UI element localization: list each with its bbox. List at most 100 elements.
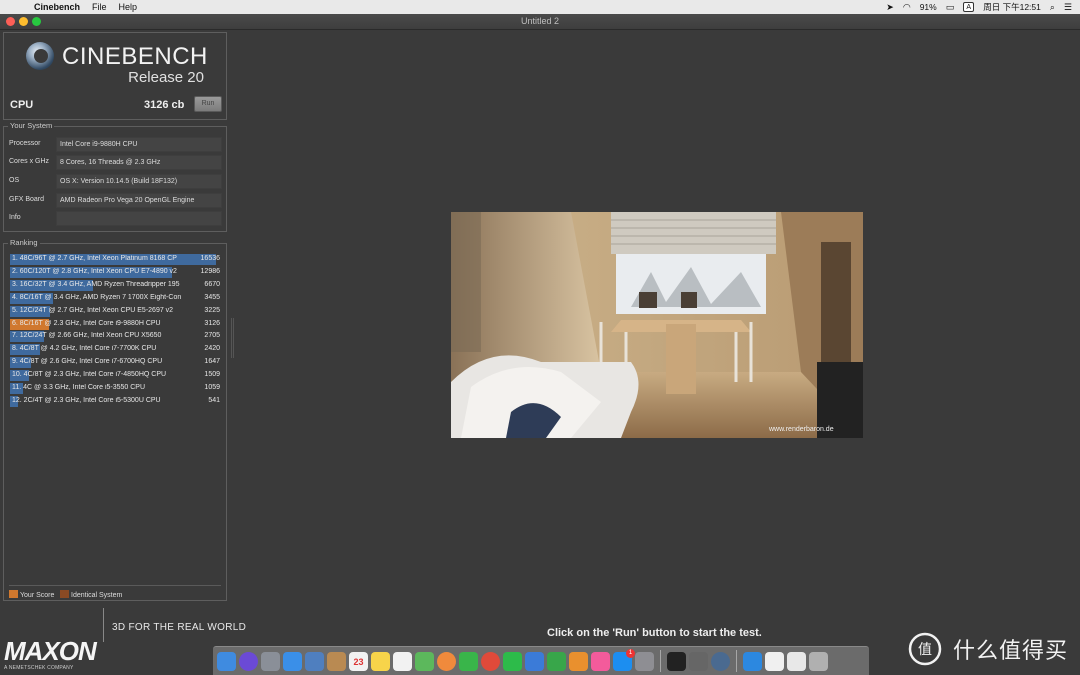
contacts-icon[interactable] xyxy=(327,651,346,671)
ranking-row[interactable]: 4. 8C/16T @ 3.4 GHz, AMD Ryzen 7 1700X E… xyxy=(10,292,220,304)
trash-icon[interactable] xyxy=(809,651,828,671)
safari-icon[interactable] xyxy=(283,651,302,671)
legend-divider xyxy=(9,585,221,586)
ranking-label: 11. 4C @ 3.3 GHz, Intel Core i5-3550 CPU xyxy=(12,384,146,391)
image-icon[interactable] xyxy=(787,651,806,671)
product-name: CINEBENCH xyxy=(62,43,208,70)
system-row-processor: Processor Intel Core i9-9880H CPU xyxy=(9,137,222,152)
cinebench-dock-icon[interactable] xyxy=(711,651,730,671)
numbers-icon[interactable] xyxy=(547,651,566,671)
ranking-row[interactable]: 11. 4C @ 3.3 GHz, Intel Core i5-3550 CPU… xyxy=(10,383,220,394)
site-watermark: 值 什么值得买 xyxy=(905,630,1080,668)
ranking-score: 6670 xyxy=(204,280,220,288)
messages-icon[interactable] xyxy=(459,651,478,671)
ranking-score: 2420 xyxy=(204,345,220,353)
spotlight-icon[interactable]: ⌕ xyxy=(1050,2,1055,13)
airdrop-icon[interactable] xyxy=(689,651,708,671)
legend-your-score: Your Score xyxy=(9,590,54,599)
render-watermark: www.renderbaron.de xyxy=(768,426,834,433)
preview-icon[interactable] xyxy=(305,651,324,671)
ranking-row[interactable]: 9. 4C/8T @ 2.6 GHz, Intel Core i7-6700HQ… xyxy=(10,357,220,369)
siri-icon[interactable] xyxy=(239,651,258,671)
wifi-icon[interactable]: ◠ xyxy=(903,2,911,13)
ranking-row[interactable]: 10. 4C/8T @ 2.3 GHz, Intel Core i7-4850H… xyxy=(10,370,220,382)
ranking-row[interactable]: 3. 16C/32T @ 3.4 GHz, AMD Ryzen Threadri… xyxy=(10,279,220,291)
watermark-logo-icon: 值 xyxy=(908,632,942,666)
legend-your-score-label: Your Score xyxy=(20,592,55,599)
ranking-label: 3. 16C/32T @ 3.4 GHz, AMD Ryzen Threadri… xyxy=(12,280,180,288)
system-row-cores: Cores x GHz 8 Cores, 16 Threads @ 2.3 GH… xyxy=(9,155,222,170)
dock: 23 1 xyxy=(213,646,869,675)
system-value: AMD Radeon Pro Vega 20 OpenGL Engine xyxy=(56,193,222,208)
finder-icon[interactable] xyxy=(217,651,236,671)
ranking-legend: Ranking xyxy=(8,238,40,247)
launchpad-icon[interactable] xyxy=(261,651,280,671)
system-row-os: OS OS X: Version 10.14.5 (Build 18F132) xyxy=(9,174,222,189)
menu-help[interactable]: Help xyxy=(119,2,138,12)
app-store-badge: 1 xyxy=(626,648,635,658)
room-render-image: www.renderbaron.de xyxy=(451,212,863,438)
pages-icon[interactable] xyxy=(569,651,588,671)
window-titlebar: Untitled 2 xyxy=(0,14,1080,30)
ranking-score: 541 xyxy=(208,396,220,404)
render-preview: www.renderbaron.de xyxy=(451,212,863,438)
photos-icon[interactable] xyxy=(437,651,456,671)
reminders-icon[interactable] xyxy=(393,651,412,671)
ranking-score: 1647 xyxy=(204,358,220,366)
app-store-icon[interactable]: 1 xyxy=(613,648,635,671)
ranking-score: 3455 xyxy=(204,293,220,301)
ranking-label: 5. 12C/24T @ 2.7 GHz, Intel Xeon CPU E5-… xyxy=(12,306,174,314)
info-field[interactable] xyxy=(56,211,222,226)
battery-icon[interactable]: ▭ xyxy=(946,2,955,13)
your-score-swatch xyxy=(9,590,18,598)
menu-file[interactable]: File xyxy=(92,2,107,12)
ranking-score: 1059 xyxy=(204,384,220,391)
location-arrow-icon[interactable]: ➤ xyxy=(886,2,894,13)
menu-app-name[interactable]: Cinebench xyxy=(34,2,80,12)
chrome-icon[interactable] xyxy=(481,651,500,671)
battery-percent[interactable]: 91% xyxy=(920,2,937,12)
release-label: Release 20 xyxy=(128,69,204,86)
control-center-icon[interactable]: ☰ xyxy=(1064,2,1072,13)
status-area: ➤ ◠ 91% ▭ A 周日 下午12:51 ⌕ ☰ xyxy=(886,0,1072,14)
ranking-row[interactable]: 12. 2C/4T @ 2.3 GHz, Intel Core i5-5300U… xyxy=(10,395,220,407)
ranking-label: 12. 2C/4T @ 2.3 GHz, Intel Core i5-5300U… xyxy=(12,396,161,404)
run-button[interactable]: Run xyxy=(194,96,222,112)
cpu-label: CPU xyxy=(10,99,34,111)
maxon-logo: MAXON A NEMETSCHEK COMPANY xyxy=(4,636,97,671)
maps-icon[interactable] xyxy=(415,651,434,671)
ranking-score: 12986 xyxy=(200,267,220,275)
ranking-row[interactable]: 1. 48C/96T @ 2.7 GHz, Intel Xeon Platinu… xyxy=(10,254,220,265)
ranking-row[interactable]: 7. 12C/24T @ 2.66 GHz, Intel Xeon CPU X5… xyxy=(10,331,220,343)
keynote-icon[interactable] xyxy=(525,651,544,671)
document-icon[interactable] xyxy=(765,651,784,671)
terminal-icon[interactable] xyxy=(667,651,686,671)
ranking-label: 10. 4C/8T @ 2.3 GHz, Intel Core i7-4850H… xyxy=(12,371,167,379)
ranking-group: Ranking 1. 48C/96T @ 2.7 GHz, Intel Xeon… xyxy=(3,238,227,601)
system-row-gfx: GFX Board AMD Radeon Pro Vega 20 OpenGL … xyxy=(9,193,222,208)
ranking-row[interactable]: 2. 60C/120T @ 2.8 GHz, Intel Xeon CPU E7… xyxy=(10,266,220,278)
ranking-row-your-score[interactable]: 6. 8C/16T @ 2.3 GHz, Intel Core i9-9880H… xyxy=(10,318,220,330)
system-value: Intel Core i9-9880H CPU xyxy=(56,137,222,152)
system-key: OS xyxy=(9,177,20,184)
maxon-wordmark: MAXON xyxy=(4,636,97,666)
ranking-label: 4. 8C/16T @ 3.4 GHz, AMD Ryzen 7 1700X E… xyxy=(12,293,182,301)
panel-splitter[interactable] xyxy=(231,318,234,358)
itunes-icon[interactable] xyxy=(591,651,610,671)
ranking-label: 6. 8C/16T @ 2.3 GHz, Intel Core i9-9880H… xyxy=(12,319,161,327)
clock[interactable]: 周日 下午12:51 xyxy=(983,1,1041,13)
ranking-row[interactable]: 8. 4C/8T @ 4.2 GHz, Intel Core i7-7700K … xyxy=(10,344,220,356)
input-method[interactable]: A xyxy=(963,2,975,12)
system-preferences-icon[interactable] xyxy=(635,651,654,671)
downloads-icon[interactable] xyxy=(743,651,762,671)
notes-icon[interactable] xyxy=(371,651,390,671)
ranking-row[interactable]: 5. 12C/24T @ 2.7 GHz, Intel Xeon CPU E5-… xyxy=(10,305,220,317)
cpu-score: 3126 cb xyxy=(144,99,185,111)
svg-text:值: 值 xyxy=(918,642,932,658)
system-value: OS X: Version 10.14.5 (Build 18F132) xyxy=(56,174,222,189)
wechat-icon[interactable] xyxy=(503,651,522,671)
calendar-icon[interactable]: 23 xyxy=(349,651,368,671)
ranking-score: 2705 xyxy=(204,332,220,340)
identical-swatch xyxy=(60,590,69,598)
left-panel: CINEBENCH Release 20 CPU 3126 cb Run You… xyxy=(0,30,232,671)
